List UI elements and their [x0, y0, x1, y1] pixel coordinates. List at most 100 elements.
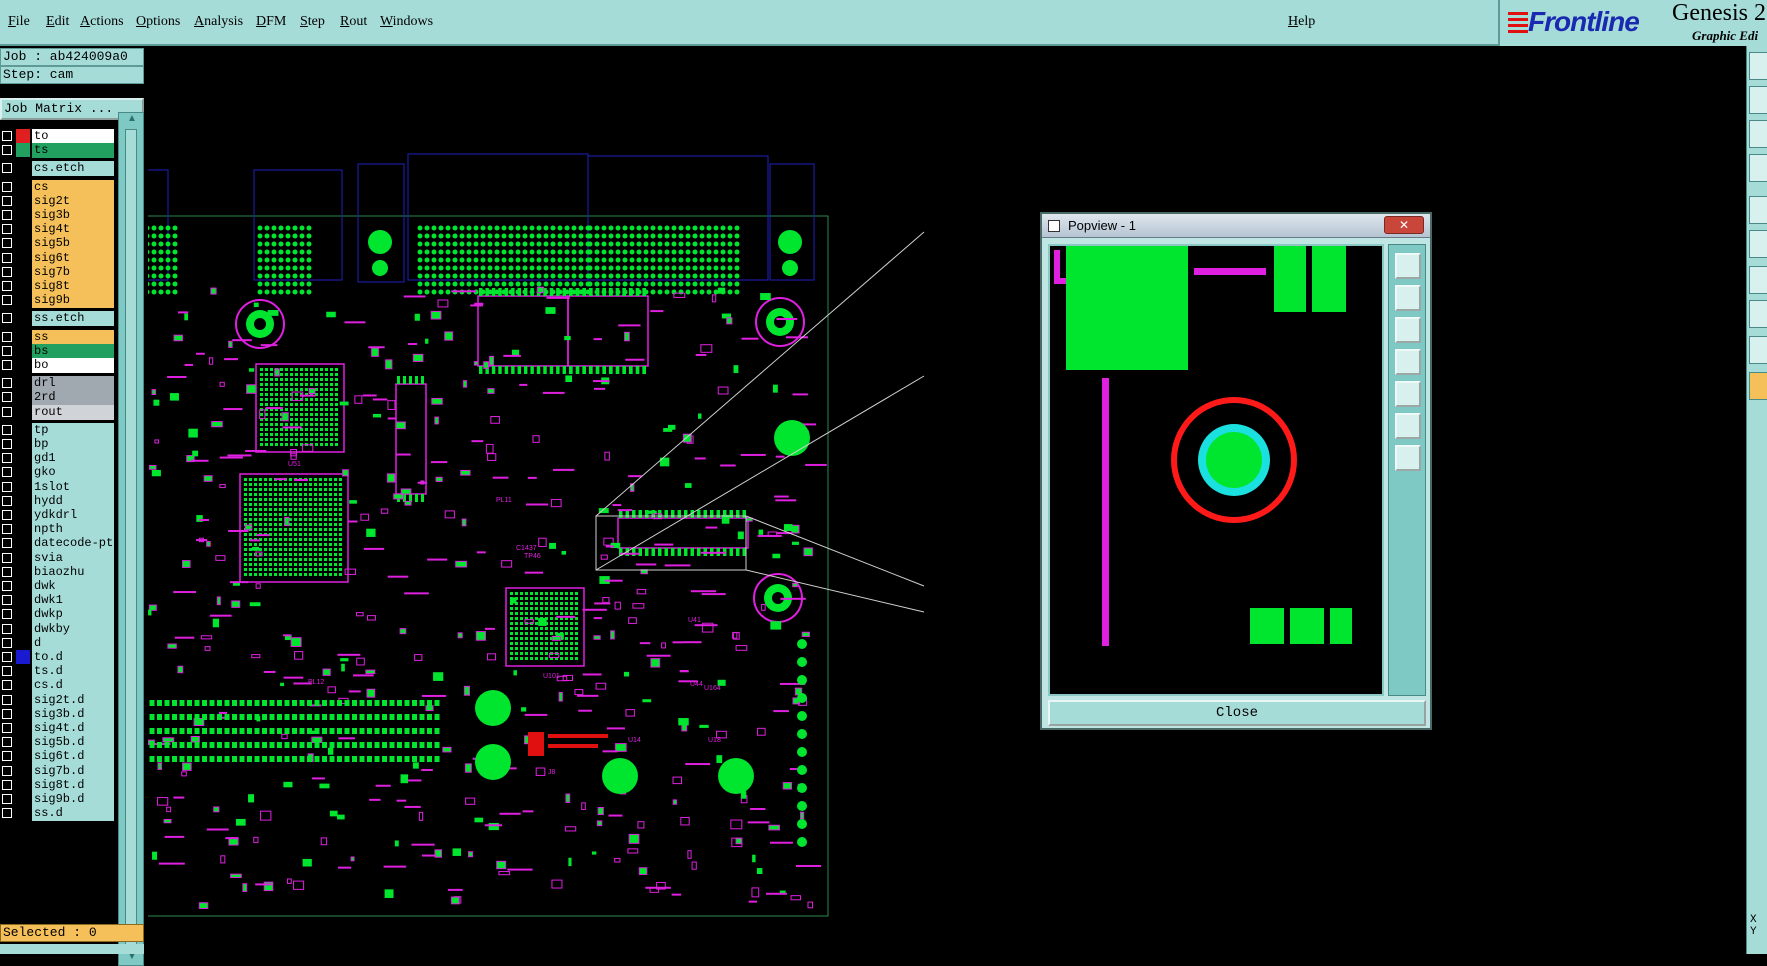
layer-name[interactable]: ss.d: [32, 806, 114, 822]
layer-checkbox[interactable]: [2, 779, 12, 790]
layer-color-swatch[interactable]: [16, 593, 30, 608]
layer-color-swatch[interactable]: [16, 376, 30, 391]
layer-color-swatch[interactable]: [16, 579, 30, 593]
layer-color-swatch[interactable]: [16, 404, 30, 419]
menu-step[interactable]: Step: [300, 14, 325, 30]
layer-color-swatch[interactable]: [16, 550, 30, 565]
layer-row-ss-etch[interactable]: ss.etch: [0, 310, 116, 327]
menu-file[interactable]: File: [8, 14, 30, 30]
layer-name[interactable]: ss.etch: [32, 311, 114, 327]
layer-checkbox[interactable]: [2, 552, 12, 563]
tool-button[interactable]: [1749, 196, 1767, 224]
layer-color-swatch[interactable]: [16, 129, 30, 143]
tool-button[interactable]: [1749, 300, 1767, 328]
zoom-out-icon[interactable]: [1395, 445, 1421, 471]
layer-row-ss-d[interactable]: ss.d: [0, 805, 116, 822]
layer-checkbox[interactable]: [2, 723, 12, 733]
layer-checkbox[interactable]: [2, 765, 12, 776]
tool-button[interactable]: [1749, 266, 1767, 294]
tool-button[interactable]: [1749, 86, 1767, 114]
layer-checkbox[interactable]: [2, 281, 12, 291]
layer-checkbox[interactable]: [2, 694, 12, 705]
layer-color-swatch[interactable]: [16, 792, 30, 806]
layer-color-swatch[interactable]: [16, 493, 30, 508]
layer-color-swatch[interactable]: [16, 264, 30, 279]
layer-color-swatch[interactable]: [16, 749, 30, 764]
layer-row-cs-etch[interactable]: cs.etch: [0, 160, 116, 177]
layer-checkbox[interactable]: [2, 252, 12, 263]
layer-checkbox[interactable]: [2, 524, 12, 535]
pan-right-icon[interactable]: [1395, 381, 1421, 407]
layer-checkbox[interactable]: [2, 680, 12, 691]
layer-color-swatch[interactable]: [16, 311, 30, 326]
layer-checkbox[interactable]: [2, 467, 12, 478]
menu-dfm[interactable]: DFM: [256, 14, 286, 30]
popview-titlebar[interactable]: Popview - 1 ✕: [1042, 214, 1430, 238]
window-close-icon[interactable]: ✕: [1384, 216, 1424, 234]
tool-button[interactable]: [1749, 120, 1767, 148]
layer-color-swatch[interactable]: [16, 508, 30, 522]
layer-checkbox[interactable]: [2, 453, 12, 464]
pcb-graphic-canvas[interactable]: U51 U101 PL11 PL12 C1437 TP46 U41 U44 J8 U164 U14 U…: [148, 46, 1746, 954]
layer-checkbox[interactable]: [2, 751, 12, 762]
layer-color-swatch[interactable]: [16, 664, 30, 679]
layer-checkbox[interactable]: [2, 181, 12, 192]
pcb-board-view[interactable]: U51U101PL11PL12C1437TP46U41U44J8U164U14 U…: [148, 46, 1746, 954]
layer-checkbox[interactable]: [2, 406, 12, 417]
pan-left-icon[interactable]: [1395, 349, 1421, 375]
layer-checkbox[interactable]: [2, 595, 12, 606]
layer-color-swatch[interactable]: [16, 208, 30, 222]
layer-color-swatch[interactable]: [16, 343, 30, 358]
layer-color-swatch[interactable]: [16, 451, 30, 466]
layer-checkbox[interactable]: [2, 609, 12, 620]
layer-checkbox[interactable]: [2, 794, 12, 804]
menu-options[interactable]: Options: [136, 14, 180, 30]
layer-checkbox[interactable]: [2, 510, 12, 520]
menu-analysis[interactable]: Analysis: [194, 14, 243, 30]
layer-color-swatch[interactable]: [16, 236, 30, 251]
layer-checkbox[interactable]: [2, 637, 12, 648]
layer-row-bo[interactable]: bo: [0, 357, 116, 373]
layer-color-swatch[interactable]: [16, 422, 30, 437]
layer-checkbox[interactable]: [2, 163, 12, 174]
layer-color-swatch[interactable]: [16, 536, 30, 551]
layer-checkbox[interactable]: [2, 566, 12, 577]
layer-color-swatch[interactable]: [16, 777, 30, 792]
layer-color-swatch[interactable]: [16, 179, 30, 194]
layer-checkbox[interactable]: [2, 210, 12, 220]
layer-color-swatch[interactable]: [16, 465, 30, 480]
menu-actions[interactable]: Actions: [80, 14, 124, 30]
layer-checkbox[interactable]: [2, 131, 12, 141]
layer-color-swatch[interactable]: [16, 479, 30, 494]
menu-edit[interactable]: Edit: [46, 14, 69, 30]
layer-color-swatch[interactable]: [16, 763, 30, 778]
layer-color-swatch[interactable]: [16, 358, 30, 372]
layer-checkbox[interactable]: [2, 331, 12, 342]
layer-checkbox[interactable]: [2, 224, 12, 235]
popview-zoom-view[interactable]: [1048, 244, 1384, 696]
layer-checkbox[interactable]: [2, 392, 12, 403]
layer-checkbox[interactable]: [2, 652, 12, 662]
layer-color-swatch[interactable]: [16, 250, 30, 265]
layer-checkbox[interactable]: [2, 266, 12, 277]
layer-checkbox[interactable]: [2, 623, 12, 634]
layer-color-swatch[interactable]: [16, 161, 30, 176]
layer-color-swatch[interactable]: [16, 279, 30, 293]
layer-color-swatch[interactable]: [16, 806, 30, 821]
layer-color-swatch[interactable]: [16, 706, 30, 721]
layer-checkbox[interactable]: [2, 145, 12, 156]
layer-checkbox[interactable]: [2, 313, 12, 324]
tool-button[interactable]: [1749, 336, 1767, 364]
layer-color-swatch[interactable]: [16, 390, 30, 405]
layer-checkbox[interactable]: [2, 495, 12, 506]
layer-color-swatch[interactable]: [16, 522, 30, 537]
layer-row-sig9b[interactable]: sig9b: [0, 292, 116, 309]
layer-color-swatch[interactable]: [16, 650, 30, 664]
layer-color-swatch[interactable]: [16, 735, 30, 750]
layer-checkbox[interactable]: [2, 378, 12, 389]
layer-name[interactable]: bo: [32, 358, 114, 373]
layer-checkbox[interactable]: [2, 360, 12, 370]
layer-checkbox[interactable]: [2, 538, 12, 549]
layer-row-rout[interactable]: rout: [0, 404, 116, 420]
tool-button[interactable]: [1749, 230, 1767, 258]
